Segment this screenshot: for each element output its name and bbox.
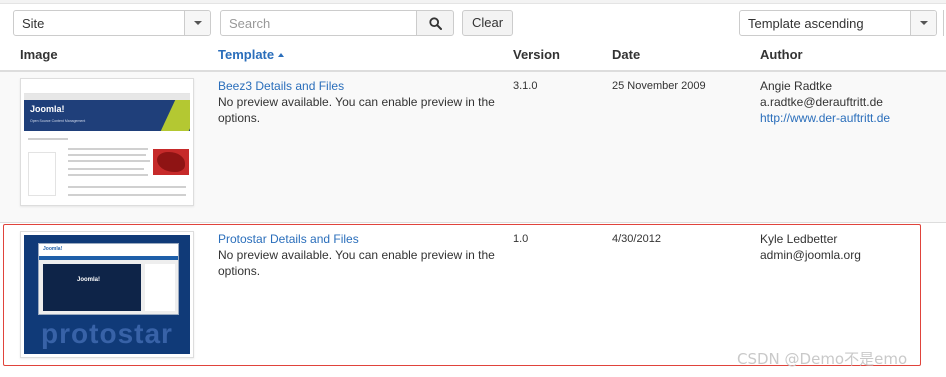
- preview-logo-text: Joomla!: [43, 246, 63, 252]
- preview-sidebar: [145, 264, 175, 311]
- preview-sidebar: [28, 152, 56, 196]
- column-header-date[interactable]: Date: [612, 47, 640, 62]
- preview-text-line: [68, 160, 150, 162]
- watermark-text: CSDN @Demo不是emo: [737, 350, 908, 368]
- preview-text-line: [68, 186, 186, 188]
- template-description: No preview available. You can enable pre…: [218, 95, 495, 125]
- preview-hero-text: Joomla!: [77, 277, 101, 283]
- template-description: No preview available. You can enable pre…: [218, 248, 495, 278]
- sort-up-icon: [278, 53, 285, 57]
- template-version: 1.0: [513, 233, 529, 245]
- search-button[interactable]: [416, 10, 454, 36]
- template-date: 4/30/2012: [612, 233, 661, 245]
- toolbar-top-border: [0, 0, 946, 4]
- sort-select-value: Template ascending: [748, 16, 864, 31]
- sort-select[interactable]: Template ascending: [739, 10, 937, 36]
- preview-topbar: [24, 82, 190, 94]
- preview-tagline: Open Source Content Management: [30, 119, 86, 123]
- limit-select-edge: [943, 10, 944, 36]
- template-thumbnail-beez3[interactable]: Joomla! Open Source Content Management: [20, 78, 194, 206]
- caret-down-icon: [920, 21, 928, 25]
- preview-page: Joomla! Joomla!: [38, 243, 179, 315]
- template-date: 25 November 2009: [612, 80, 706, 92]
- column-header-image: Image: [20, 47, 58, 62]
- preview-caption: protostar: [41, 318, 173, 349]
- sort-select-toggle[interactable]: [910, 11, 936, 35]
- author-email: admin@joomla.org: [760, 248, 861, 262]
- template-version: 3.1.0: [513, 80, 538, 92]
- template-link[interactable]: Protostar Details and Files: [218, 231, 359, 247]
- client-select-toggle[interactable]: [184, 11, 210, 35]
- column-header-template[interactable]: Template: [218, 47, 285, 62]
- author-name: Kyle Ledbetter: [760, 232, 838, 246]
- column-header-template-label[interactable]: Template: [218, 47, 274, 62]
- preview-header: Joomla!: [39, 244, 178, 256]
- column-header-version[interactable]: Version: [513, 47, 560, 62]
- clear-button[interactable]: Clear: [462, 10, 513, 36]
- preview-red-image: [153, 149, 189, 175]
- preview-menu-bar: [39, 256, 178, 260]
- filter-toolbar: Site Clear Template ascending: [0, 0, 946, 40]
- preview-text-line: [68, 174, 148, 176]
- preview-banner: Joomla! Open Source Content Management: [24, 100, 190, 131]
- preview-text-line: [28, 138, 68, 140]
- client-select-value: Site: [22, 16, 45, 31]
- preview-hero: Joomla!: [43, 264, 141, 311]
- preview-green-stripe: [160, 100, 190, 131]
- caret-down-icon: [194, 21, 202, 25]
- preview-text-line: [68, 154, 146, 156]
- beez3-preview-image: Joomla! Open Source Content Management: [24, 82, 190, 202]
- template-thumbnail-protostar[interactable]: Joomla! Joomla! protostar: [20, 231, 194, 358]
- search-icon: [429, 17, 442, 30]
- preview-text-line: [68, 194, 186, 196]
- author-url[interactable]: http://www.der-auftritt.de: [760, 110, 890, 126]
- template-link[interactable]: Beez3 Details and Files: [218, 78, 344, 94]
- author-email: a.radtke@derauftritt.de: [760, 95, 883, 109]
- protostar-preview-image: Joomla! Joomla! protostar: [24, 235, 190, 354]
- author-name: Angie Radtke: [760, 79, 833, 93]
- preview-text-line: [68, 168, 144, 170]
- preview-logo-text: Joomla!: [30, 104, 65, 114]
- column-header-author[interactable]: Author: [760, 47, 803, 62]
- client-select[interactable]: Site: [13, 10, 211, 36]
- preview-text-line: [68, 148, 148, 150]
- search-input[interactable]: [220, 10, 417, 36]
